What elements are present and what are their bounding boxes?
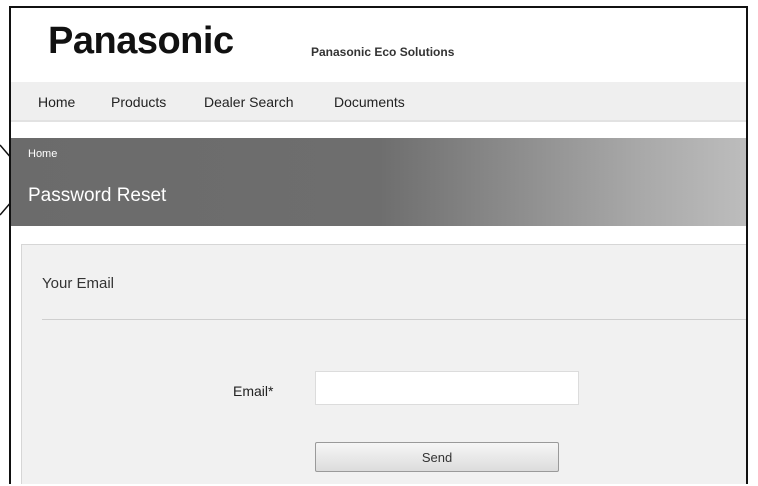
panasonic-logo[interactable]: Panasonic: [48, 20, 234, 63]
nav-item-products[interactable]: Products: [111, 94, 166, 110]
page-banner: Home Password Reset: [11, 138, 746, 226]
browser-frame: Panasonic Panasonic Eco Solutions Home P…: [9, 6, 748, 484]
breadcrumb-home[interactable]: Home: [28, 148, 57, 160]
page-title: Password Reset: [28, 185, 167, 206]
nav-item-home[interactable]: Home: [38, 94, 75, 110]
nav-item-documents[interactable]: Documents: [334, 94, 405, 110]
email-label: Email*: [233, 383, 274, 399]
password-reset-panel: Your Email Email* Send: [21, 244, 746, 484]
send-button[interactable]: Send: [315, 442, 559, 472]
section-title: Your Email: [42, 275, 114, 292]
main-nav: Home Products Dealer Search Documents: [11, 82, 746, 122]
section-divider: [42, 319, 746, 320]
header-tagline: Panasonic Eco Solutions: [311, 45, 455, 59]
email-field[interactable]: [315, 371, 579, 405]
nav-item-dealer-search[interactable]: Dealer Search: [204, 94, 294, 110]
